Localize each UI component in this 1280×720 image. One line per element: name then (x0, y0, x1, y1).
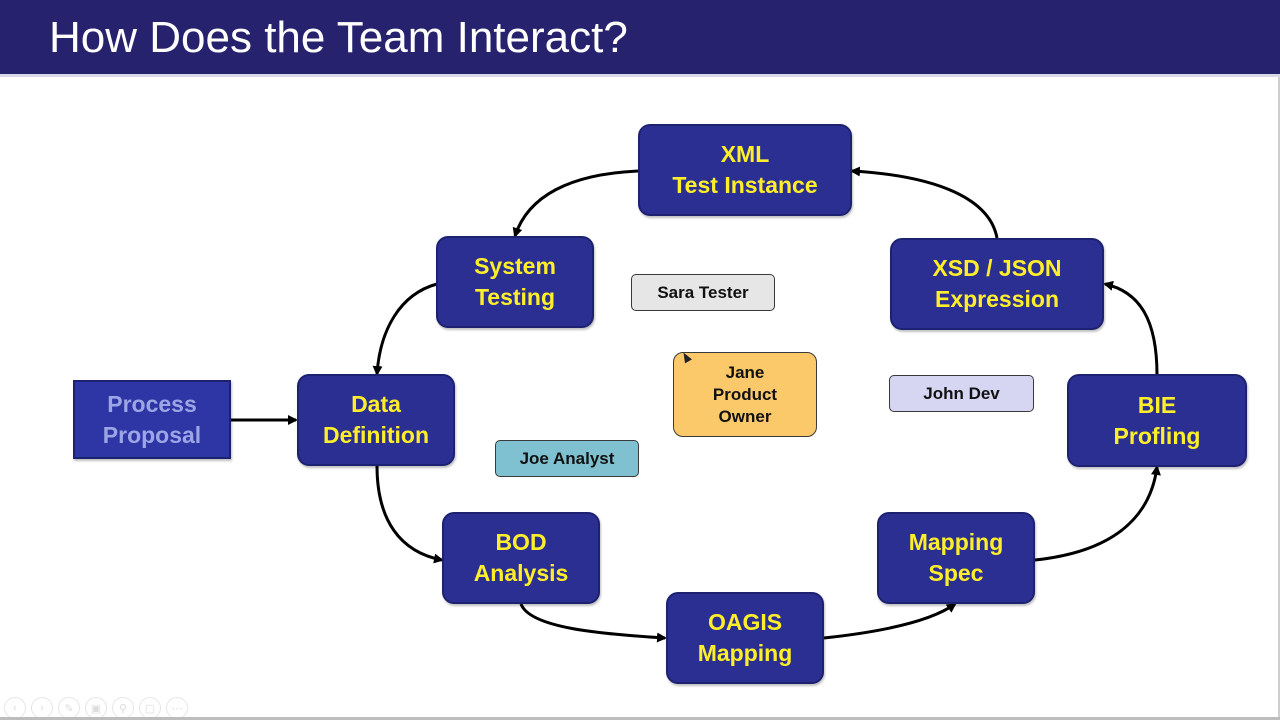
arrow-xsd-to-xml (850, 166, 999, 239)
step-line: Proposal (102, 421, 202, 448)
step-line: Expression (935, 286, 1059, 312)
step-system-testing: System Testing (436, 236, 594, 328)
step-process-proposal: Process Proposal (73, 380, 231, 459)
step-line: Analysis (473, 560, 569, 586)
step-line: BOD (495, 529, 547, 555)
arrow-bie-to-xsd (1103, 280, 1159, 376)
previous-icon[interactable]: ‹ (4, 697, 26, 719)
role-joe-analyst: Joe Analyst (495, 440, 639, 477)
step-line: Testing (474, 284, 556, 310)
step-bod-analysis: BOD Analysis (442, 512, 600, 604)
screen-icon[interactable]: ▢ (139, 697, 161, 719)
zoom-icon[interactable]: ⚲ (112, 697, 134, 719)
role-line: Jane (725, 362, 765, 382)
presentation-toolbar: ‹ › ✎ ▣ ⚲ ▢ ⋯ (4, 697, 188, 719)
step-line: Mapping (697, 640, 793, 666)
step-line: XML (720, 141, 770, 167)
step-line: Process (107, 390, 197, 417)
role-label: Sara Tester (657, 282, 749, 302)
next-icon[interactable]: › (31, 697, 53, 719)
role-line: Owner (718, 406, 772, 426)
step-line: XSD / JSON (932, 255, 1062, 281)
step-line: Profling (1113, 422, 1201, 449)
flow-arrows (231, 166, 1161, 643)
arrow-mapping-to-bie (1034, 465, 1161, 562)
step-line: OAGIS (707, 609, 783, 635)
step-line: BIE (1137, 391, 1177, 418)
step-line: Data (351, 391, 401, 417)
role-label: Joe Analyst (519, 448, 615, 468)
step-line: Test Instance (672, 172, 818, 198)
step-mapping-spec: Mapping Spec (877, 512, 1035, 604)
more-icon[interactable]: ⋯ (166, 697, 188, 719)
step-bie-profiling: BIE Profling (1067, 374, 1247, 467)
role-line: Product (712, 384, 778, 404)
step-line: Mapping (908, 529, 1004, 555)
role-john-dev: John Dev (889, 375, 1034, 412)
step-xsd-json-expression: XSD / JSON Expression (890, 238, 1104, 330)
slides-icon[interactable]: ▣ (85, 697, 107, 719)
arrow-system-to-definition (372, 282, 438, 376)
step-oagis-mapping: OAGIS Mapping (666, 592, 824, 684)
pen-icon[interactable]: ✎ (58, 697, 80, 719)
arrow-bod-to-oagis (519, 603, 667, 643)
role-jane-product-owner: Jane Product Owner (673, 352, 817, 437)
arrow-definition-to-bod (375, 465, 444, 564)
step-line: Spec (928, 560, 984, 586)
role-label: John Dev (923, 383, 1000, 403)
arrow-oagis-to-mapping (823, 602, 957, 640)
step-data-definition: Data Definition (297, 374, 455, 466)
step-xml-test-instance: XML Test Instance (638, 124, 852, 216)
role-sara-tester: Sara Tester (631, 274, 775, 311)
step-line: Definition (322, 422, 430, 448)
arrow-xml-to-system (512, 169, 639, 238)
step-line: System (474, 253, 556, 279)
